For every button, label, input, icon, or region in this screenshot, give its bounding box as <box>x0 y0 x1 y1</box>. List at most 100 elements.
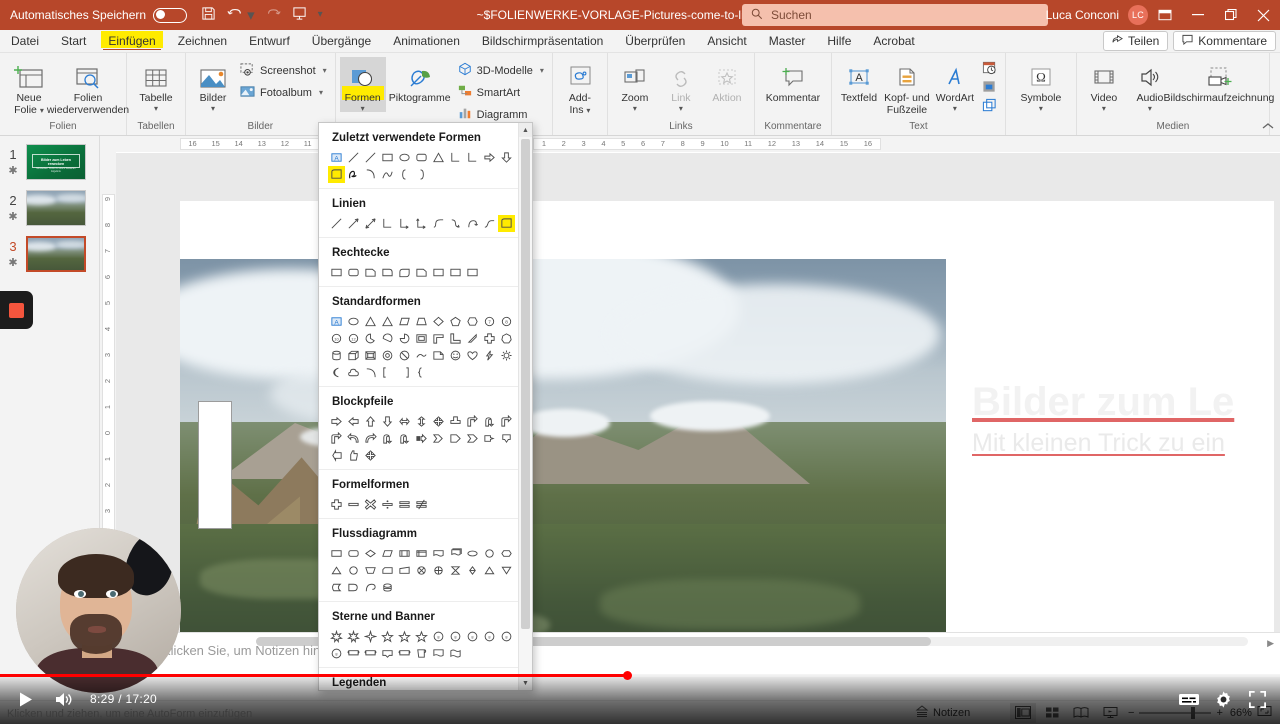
comment-ribbon-button[interactable]: Kommentar <box>759 57 827 104</box>
shape-item-cross[interactable] <box>481 330 498 347</box>
shape-item-fc_card[interactable] <box>379 562 396 579</box>
shape-item-freeform[interactable] <box>498 215 515 232</box>
tab-start[interactable]: Start <box>50 30 97 52</box>
shape-item-callout_l[interactable] <box>328 447 345 464</box>
shape-item-pent_ar[interactable] <box>447 430 464 447</box>
shape-item-star5[interactable] <box>413 628 430 645</box>
wordart-button[interactable]: WordArt ▾ <box>932 57 978 113</box>
shape-item-math_minus[interactable] <box>345 496 362 513</box>
shape-item-pie[interactable] <box>362 330 379 347</box>
shape-item-dodec[interactable]: 12 <box>345 330 362 347</box>
shape-item-ar_d[interactable] <box>379 413 396 430</box>
shape-item-fc_sort[interactable] <box>464 562 481 579</box>
shape-item-fc_alt[interactable] <box>345 545 362 562</box>
shape-item-cloud[interactable] <box>345 364 362 381</box>
shape-item-diamond[interactable] <box>430 313 447 330</box>
action-button[interactable]: Aktion <box>704 57 750 104</box>
shape-item-fc_dec[interactable] <box>362 545 379 562</box>
shape-item-ar_bent[interactable] <box>328 430 345 447</box>
shape-item-brr[interactable] <box>413 166 430 183</box>
shape-item-donut[interactable] <box>379 347 396 364</box>
shape-item-conn1[interactable] <box>430 215 447 232</box>
recording-indicator[interactable] <box>0 291 33 329</box>
slide-thumb-image-1[interactable]: Bilder zum Leben erwecken Mit kleinen Tr… <box>26 144 86 180</box>
shape-item-oval[interactable] <box>345 313 362 330</box>
shape-item-conn3[interactable] <box>464 215 481 232</box>
insert-media-button[interactable]: Medien eingeben <box>1274 57 1280 116</box>
chevron-down-icon[interactable]: ▾ <box>1102 105 1106 113</box>
shape-item-math_div[interactable] <box>379 496 396 513</box>
shape-item-elbow[interactable] <box>464 149 481 166</box>
shape-item-ar_u[interactable] <box>362 413 379 430</box>
shape-item-star4[interactable] <box>362 628 379 645</box>
tab-datei[interactable]: Datei <box>0 30 50 52</box>
shape-item-star_sp[interactable] <box>345 628 362 645</box>
shape-item-curve[interactable] <box>379 166 396 183</box>
shape-item-chord[interactable] <box>379 330 396 347</box>
shape-item-hex[interactable] <box>464 313 481 330</box>
shapes-dropdown-panel[interactable]: Zuletzt verwendete Formen A Linien Rechteck… <box>318 122 533 691</box>
tab-einfuegen[interactable]: Einfügen <box>97 30 166 52</box>
shape-item-fc_prep[interactable] <box>498 545 515 562</box>
shape-item-brkt2[interactable] <box>396 364 413 381</box>
shape-item-fc_sumj[interactable] <box>413 562 430 579</box>
shape-item-math_plus[interactable] <box>328 496 345 513</box>
slide-subtitle[interactable]: Mit kleinen Trick zu ein <box>972 429 1274 458</box>
shape-item-fc_mag[interactable] <box>379 579 396 596</box>
shape-item-lshape[interactable] <box>447 330 464 347</box>
shape-item-line[interactable] <box>362 149 379 166</box>
shape-item-ar_r[interactable] <box>328 413 345 430</box>
redo-icon[interactable] <box>266 7 281 24</box>
video-button[interactable]: Video ▾ <box>1081 57 1127 113</box>
shape-item-brkt1[interactable] <box>379 364 396 381</box>
shape-item-star_n[interactable]: 8 <box>498 628 515 645</box>
shape-item-diagstr[interactable] <box>464 330 481 347</box>
chevron-down-icon[interactable]: ▾ <box>540 66 544 75</box>
slide-thumbnail-1[interactable]: 1 ✱ Bilder zum Leben erwecken Mit kleine… <box>0 144 100 180</box>
slide-thumbnail-3[interactable]: 3 ✱ <box>0 236 100 272</box>
chevron-down-icon[interactable]: ▾ <box>633 105 637 113</box>
shape-item-rrect[interactable] <box>345 264 362 281</box>
shape-item-banner1[interactable] <box>379 645 396 662</box>
settings-icon[interactable] <box>1206 684 1240 714</box>
object-button[interactable] <box>978 97 1001 116</box>
tab-entwurf[interactable]: Entwurf <box>238 30 301 52</box>
shape-item-ar_bent[interactable] <box>498 413 515 430</box>
slide-thumbnail-2[interactable]: 2 ✱ <box>0 190 100 226</box>
shape-item-fc_manop[interactable] <box>362 562 379 579</box>
shape-item-textbox[interactable]: A <box>328 313 345 330</box>
zoom-button[interactable]: Zoom ▾ <box>612 57 658 113</box>
shape-item-ar_ubent[interactable] <box>379 430 396 447</box>
autosave-switch[interactable] <box>153 7 188 23</box>
comments-button[interactable]: Kommentare <box>1173 31 1276 51</box>
notes-pane[interactable]: ▶ Klicken Sie, um Notizen hinzuzufügen <box>116 632 1280 674</box>
slide-thumb-image-3[interactable] <box>26 236 86 272</box>
shape-item-tri[interactable] <box>430 149 447 166</box>
shape-item-scroll_v[interactable] <box>413 645 430 662</box>
shape-item-snip[interactable] <box>413 264 430 281</box>
shape-item-fc_seq[interactable] <box>362 579 379 596</box>
shape-item-fc_or[interactable] <box>430 562 447 579</box>
shape-item-ar_curv1[interactable] <box>362 430 379 447</box>
shape-item-trap[interactable] <box>413 313 430 330</box>
shape-item-conn2[interactable] <box>447 215 464 232</box>
tab-animationen[interactable]: Animationen <box>382 30 471 52</box>
shape-item-fc_conn[interactable] <box>345 562 362 579</box>
shape-item-rect[interactable] <box>447 264 464 281</box>
shape-item-rect[interactable] <box>464 264 481 281</box>
reuse-slides-button[interactable]: Folien wiederverwenden <box>47 57 129 116</box>
shape-item-fc_doc[interactable] <box>430 545 447 562</box>
tab-ueberpruefen[interactable]: Überprüfen <box>614 30 696 52</box>
undo-dropdown-icon[interactable]: ▾ <box>247 8 255 23</box>
shape-item-tri[interactable] <box>362 313 379 330</box>
avatar[interactable]: LC <box>1128 5 1148 25</box>
shape-item-dec[interactable]: 10 <box>328 330 345 347</box>
shape-item-arcsh[interactable] <box>413 347 430 364</box>
shape-item-fc_extr[interactable] <box>328 562 345 579</box>
shape-item-heart[interactable] <box>464 347 481 364</box>
table-button[interactable]: Tabelle ▾ <box>131 57 181 113</box>
shape-item-ar_bent[interactable] <box>464 413 481 430</box>
shape-item-noentry[interactable] <box>396 347 413 364</box>
close-icon[interactable] <box>1247 0 1280 30</box>
shape-item-moon[interactable] <box>328 364 345 381</box>
